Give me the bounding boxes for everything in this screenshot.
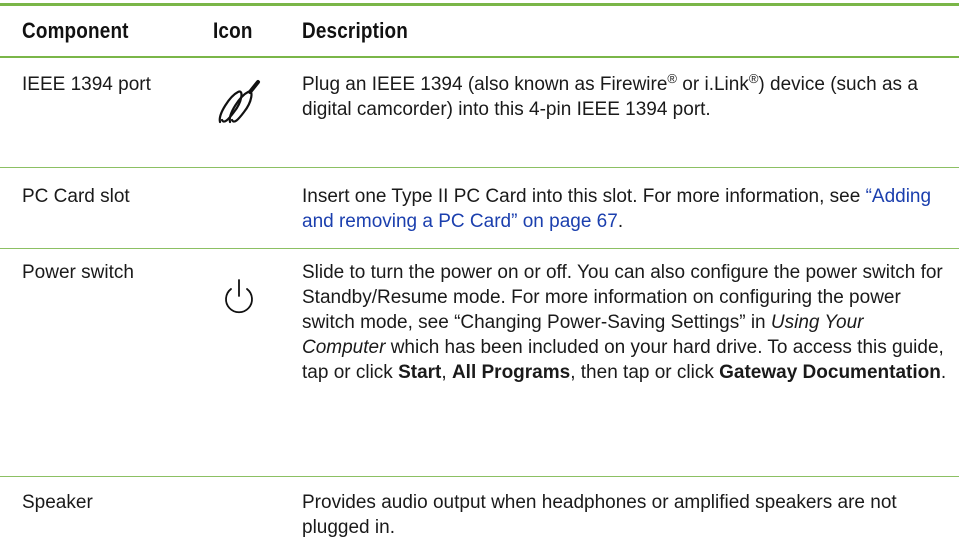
component-name: Speaker xyxy=(22,492,93,513)
component-name: Power switch xyxy=(22,262,134,283)
component-name: PC Card slot xyxy=(22,186,130,207)
row-divider xyxy=(0,248,959,249)
table-top-rule xyxy=(0,3,959,6)
component-description: Slide to turn the power on or off. You c… xyxy=(302,262,947,383)
header-component: Component xyxy=(22,18,129,43)
header-rule xyxy=(0,56,959,58)
component-name: IEEE 1394 port xyxy=(22,74,151,95)
firewire-cable-icon xyxy=(218,80,260,124)
row-divider xyxy=(0,167,959,168)
component-description: Insert one Type II PC Card into this slo… xyxy=(302,186,932,232)
header-description: Description xyxy=(302,18,408,43)
header-icon: Icon xyxy=(213,18,253,43)
component-description: Plug an IEEE 1394 (also known as Firewir… xyxy=(302,71,918,120)
power-icon xyxy=(225,279,253,314)
component-description: Provides audio output when headphones or… xyxy=(302,492,897,538)
row-divider xyxy=(0,476,959,477)
